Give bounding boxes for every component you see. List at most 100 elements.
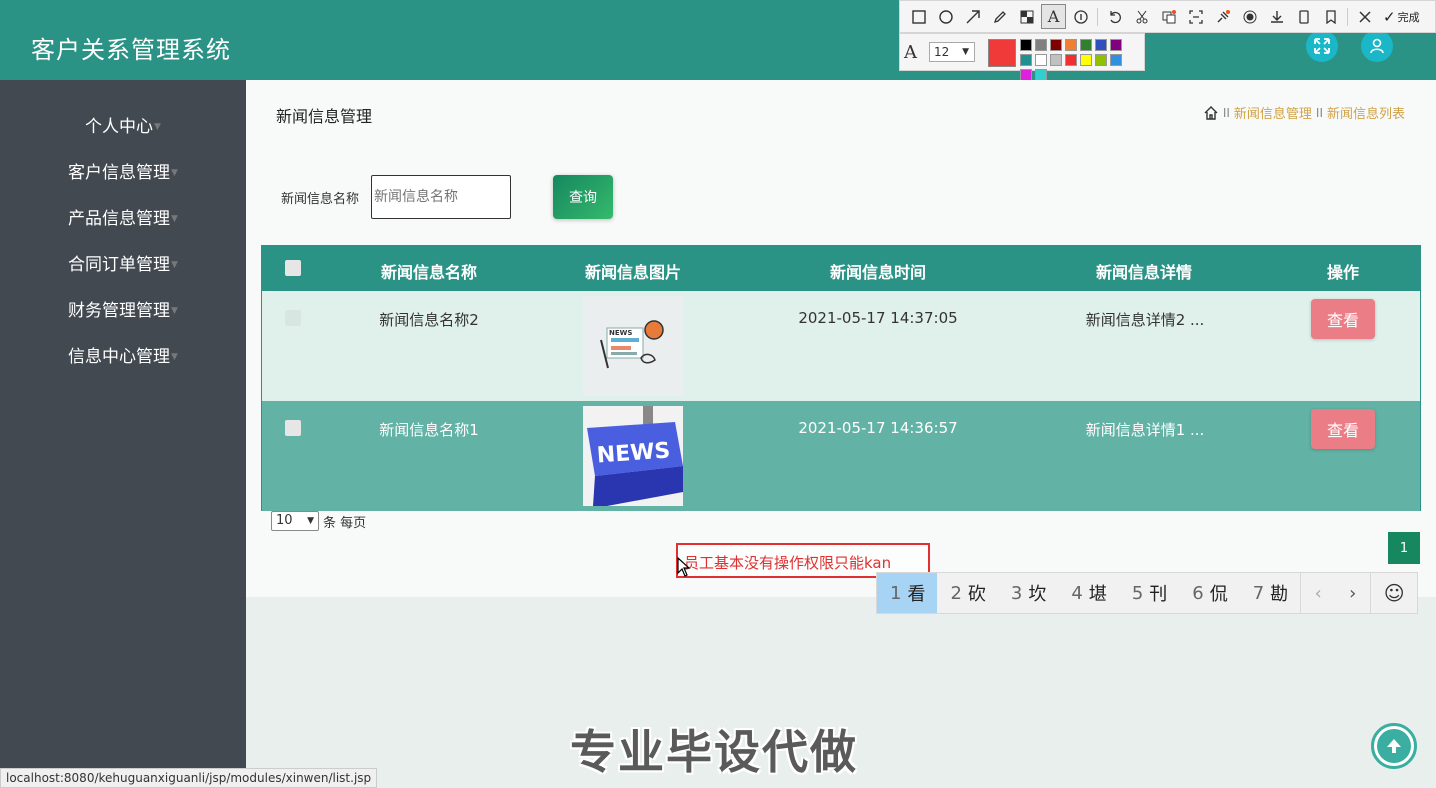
news-thumbnail: NEWS	[583, 406, 683, 506]
current-color-swatch[interactable]	[988, 39, 1016, 67]
news-name: 新闻信息名称2	[379, 311, 479, 329]
rectangle-tool-icon[interactable]	[906, 4, 931, 29]
ime-next-icon[interactable]: ›	[1335, 573, 1370, 613]
color-swatch[interactable]	[1020, 39, 1032, 51]
breadcrumb-item[interactable]: 新闻信息管理	[1234, 103, 1312, 122]
color-swatch[interactable]	[1065, 54, 1077, 66]
ime-candidate[interactable]: 5刊	[1119, 573, 1179, 613]
ime-candidate[interactable]: 2砍	[937, 573, 997, 613]
annotation-text: 员工基本没有操作权限只能kan	[684, 554, 892, 572]
breadcrumb-item[interactable]: 新闻信息列表	[1327, 103, 1405, 122]
column-header: 新闻信息详情	[1095, 263, 1192, 282]
color-swatch[interactable]	[1050, 54, 1062, 66]
ime-candidate-char: 侃	[1209, 584, 1228, 605]
sidebar-item-label: 合同订单管理	[68, 255, 171, 275]
column-header: 新闻信息时间	[829, 263, 926, 282]
news-detail: 新闻信息详情2 ...	[1085, 311, 1205, 329]
ime-candidate[interactable]: 6侃	[1179, 573, 1239, 613]
news-time: 2021-05-17 14:37:05	[798, 309, 958, 327]
text-tool-icon[interactable]: A	[1041, 4, 1066, 29]
number-tool-icon[interactable]	[1068, 4, 1093, 29]
translate-icon[interactable]	[1156, 4, 1181, 29]
sidebar-item-products[interactable]: 产品信息管理▼	[0, 204, 246, 229]
done-button[interactable]: ✓ 完成	[1383, 8, 1420, 26]
home-icon[interactable]	[1203, 105, 1219, 121]
color-swatch[interactable]	[1020, 54, 1032, 66]
search-input[interactable]	[371, 175, 511, 219]
page-size-suffix: 条 每页	[323, 515, 367, 531]
row-checkbox[interactable]	[285, 420, 301, 436]
font-icon: A	[904, 42, 917, 63]
search-button[interactable]: 查询	[553, 175, 613, 219]
select-all-checkbox[interactable]	[285, 260, 301, 276]
color-swatch[interactable]	[1080, 54, 1092, 66]
ime-candidate[interactable]: 4堪	[1058, 573, 1118, 613]
sidebar: 个人中心▼ 客户信息管理▼ 产品信息管理▼ 合同订单管理▼ 财务管理管理▼ 信息…	[0, 80, 246, 788]
search-label: 新闻信息名称	[281, 192, 360, 207]
ime-candidate-char: 刊	[1149, 584, 1168, 605]
ime-prev-icon[interactable]: ‹	[1300, 573, 1335, 613]
ocr-icon[interactable]	[1183, 4, 1208, 29]
sidebar-item-label: 客户信息管理	[68, 163, 171, 183]
sidebar-item-finance[interactable]: 财务管理管理▼	[0, 296, 246, 321]
undo-icon[interactable]	[1102, 4, 1127, 29]
caret-down-icon: ▼	[171, 352, 178, 362]
page-number-button[interactable]: 1	[1388, 532, 1420, 564]
sidebar-item-profile[interactable]: 个人中心▼	[0, 112, 246, 137]
caret-down-icon: ▼	[154, 122, 161, 132]
view-button[interactable]: 查看	[1311, 409, 1375, 449]
ime-candidate[interactable]: 7勘	[1240, 573, 1300, 613]
back-to-top-button[interactable]	[1371, 723, 1417, 769]
font-size-select[interactable]: 12 ▼	[929, 42, 975, 62]
table-row: 新闻信息名称2 NEWS 2021-05-17 14:37:05 新闻信息详情2…	[262, 291, 1420, 401]
sidebar-item-label: 个人中心	[85, 117, 154, 137]
thumb-text: NEWS	[609, 329, 632, 337]
sidebar-item-label: 财务管理管理	[68, 301, 171, 321]
color-swatch[interactable]	[1095, 54, 1107, 66]
sidebar-item-label: 信息中心管理	[68, 347, 171, 367]
color-swatch[interactable]	[1095, 39, 1107, 51]
close-icon[interactable]	[1352, 4, 1377, 29]
column-header: 操作	[1326, 263, 1359, 282]
row-checkbox[interactable]	[285, 310, 301, 326]
ime-candidate[interactable]: 1看	[877, 573, 938, 613]
pencil-tool-icon[interactable]	[987, 4, 1012, 29]
ellipse-tool-icon[interactable]	[933, 4, 958, 29]
color-swatch[interactable]	[1050, 39, 1062, 51]
column-header: 新闻信息图片	[584, 263, 681, 282]
column-header: 新闻信息名称	[380, 263, 477, 282]
ime-candidate-number: 7	[1252, 582, 1265, 604]
sidebar-item-info-center[interactable]: 信息中心管理▼	[0, 342, 246, 367]
thumb-text: NEWS	[596, 438, 671, 468]
color-swatch[interactable]	[1035, 39, 1047, 51]
ime-candidate-char: 砍	[967, 584, 986, 605]
emoji-icon[interactable]: ☺	[1370, 573, 1417, 613]
page-size-select[interactable]: 10 ▼	[271, 511, 319, 531]
color-swatch[interactable]	[1065, 39, 1077, 51]
arrow-tool-icon[interactable]	[960, 4, 985, 29]
sidebar-item-customers[interactable]: 客户信息管理▼	[0, 158, 246, 183]
color-swatch[interactable]	[1110, 39, 1122, 51]
color-swatch[interactable]	[1035, 54, 1047, 66]
color-swatch[interactable]	[1110, 54, 1122, 66]
download-icon[interactable]	[1264, 4, 1289, 29]
ime-candidate[interactable]: 3坎	[998, 573, 1058, 613]
ime-candidate-char: 勘	[1270, 584, 1289, 605]
chevron-down-icon: ▼	[962, 47, 969, 57]
app-title: 客户关系管理系统	[31, 36, 231, 64]
sidebar-item-contracts[interactable]: 合同订单管理▼	[0, 250, 246, 275]
ime-candidate-char: 堪	[1088, 584, 1107, 605]
ime-candidate-char: 看	[907, 584, 926, 605]
color-swatch[interactable]	[1080, 39, 1092, 51]
status-bar-url: localhost:8080/kehuguanxiguanli/jsp/modu…	[0, 768, 378, 788]
bookmark-icon[interactable]	[1318, 4, 1343, 29]
ime-candidate-number: 6	[1192, 582, 1204, 604]
cut-icon[interactable]	[1129, 4, 1154, 29]
mosaic-tool-icon[interactable]	[1014, 4, 1039, 29]
user-icon[interactable]	[1361, 30, 1393, 62]
record-icon[interactable]	[1237, 4, 1262, 29]
view-button[interactable]: 查看	[1311, 299, 1375, 339]
pin-icon[interactable]	[1210, 4, 1235, 29]
fullscreen-icon[interactable]	[1306, 30, 1338, 62]
phone-icon[interactable]	[1291, 4, 1316, 29]
